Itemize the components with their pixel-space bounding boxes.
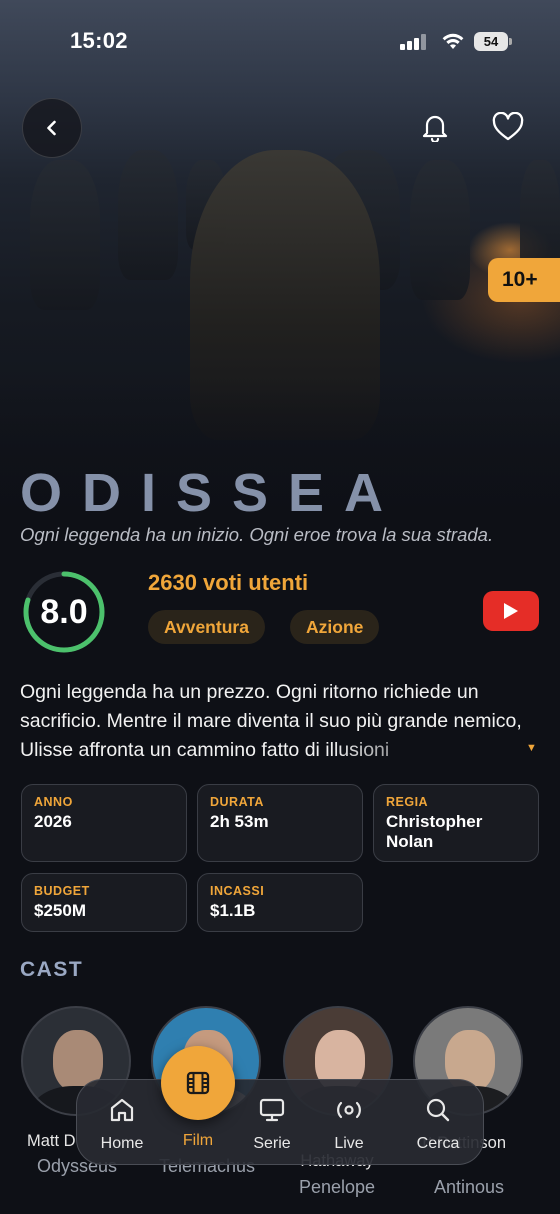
nav-label: Serie	[253, 1135, 291, 1152]
detail-value: $250M	[34, 901, 86, 920]
trailer-button[interactable]	[483, 591, 539, 631]
nav-item-live[interactable]: Live	[311, 1096, 387, 1153]
bell-icon	[422, 115, 448, 142]
film-icon	[186, 1071, 210, 1095]
nav-item-search[interactable]: Cerca	[400, 1096, 476, 1153]
tv-icon	[259, 1098, 285, 1122]
chevron-left-icon	[47, 120, 56, 136]
nav-item-series[interactable]: Serie	[234, 1096, 310, 1153]
detail-card-director: REGIA Christopher Nolan	[373, 784, 539, 862]
nav-item-film[interactable]: Film	[160, 1128, 236, 1150]
detail-card-budget: BUDGET $250M	[21, 873, 187, 932]
search-icon	[426, 1098, 450, 1122]
back-button[interactable]	[22, 98, 82, 158]
age-rating-badge: 10+	[488, 258, 560, 302]
rating-value: 8.0	[40, 593, 88, 631]
film-fab-button[interactable]	[161, 1046, 235, 1120]
favorite-button[interactable]	[491, 110, 525, 144]
cellular-signal-icon	[400, 34, 430, 50]
home-icon	[110, 1098, 134, 1122]
nav-label: Home	[100, 1135, 144, 1152]
genre-chip[interactable]: Avventura	[148, 610, 265, 644]
movie-tagline: Ogni leggenda ha un inizio. Ogni eroe tr…	[20, 524, 494, 545]
backdrop-figure	[118, 150, 178, 280]
detail-card-box-office: INCASSI $1.1B	[197, 873, 363, 932]
detail-label: INCASSI	[210, 884, 265, 898]
detail-label: DURATA	[210, 795, 264, 809]
votes-count: 2630 voti utenti	[148, 570, 309, 595]
nav-label: Live	[334, 1135, 364, 1152]
status-bar: 15:02 54	[0, 0, 560, 84]
cast-role: Penelope	[298, 1177, 376, 1197]
detail-label: REGIA	[386, 795, 429, 809]
bottom-nav-bar: Home Film Serie Live Cerca	[76, 1079, 484, 1165]
rating-ring: 8.0	[22, 570, 106, 654]
notification-button[interactable]	[418, 110, 452, 144]
live-icon	[337, 1101, 361, 1119]
expand-plot-toggle[interactable]: ▼	[526, 742, 537, 754]
backdrop-figure	[410, 160, 470, 300]
detail-label: BUDGET	[34, 884, 90, 898]
detail-card-year: ANNO 2026	[21, 784, 187, 862]
youtube-play-icon	[504, 603, 518, 619]
backdrop-figure	[30, 160, 100, 310]
nav-label: Cerca	[416, 1135, 460, 1152]
detail-card-duration: DURATA 2h 53m	[197, 784, 363, 862]
cast-role: Antinous	[433, 1177, 505, 1197]
nav-label: Film	[182, 1132, 214, 1149]
nav-item-home[interactable]: Home	[84, 1096, 160, 1153]
cast-heading: CAST	[20, 958, 84, 981]
genre-chip[interactable]: Azione	[290, 610, 380, 644]
battery-indicator: 54	[474, 32, 512, 51]
detail-label: ANNO	[34, 795, 73, 809]
detail-value: 2026	[34, 812, 72, 831]
heart-icon	[492, 112, 524, 141]
movie-title: ODISSEA	[20, 463, 404, 523]
wifi-icon	[442, 33, 464, 49]
detail-value: 2h 53m	[210, 812, 269, 831]
detail-value: Christopher Nolan	[386, 812, 483, 851]
status-time: 15:02	[70, 28, 128, 53]
plot-fade	[330, 736, 510, 766]
detail-value: $1.1B	[210, 901, 256, 920]
